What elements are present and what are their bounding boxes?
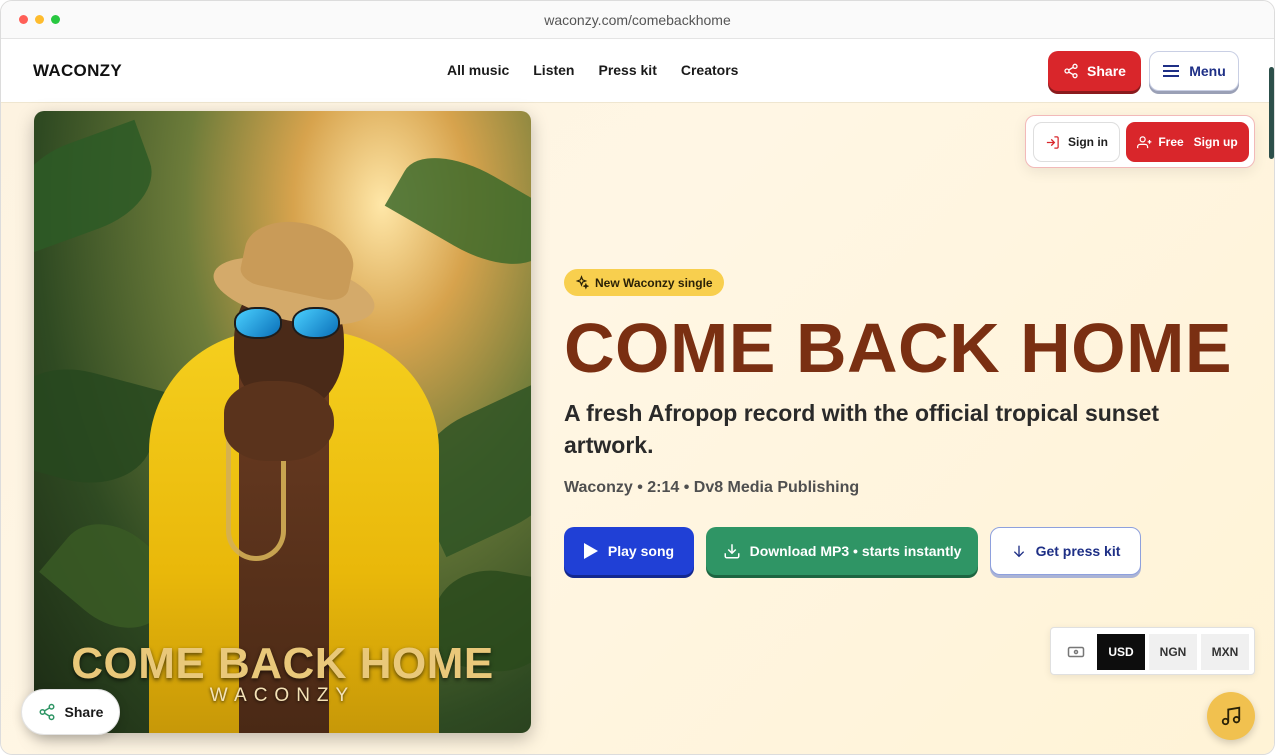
- floating-share-button[interactable]: Share: [21, 689, 120, 735]
- share-icon: [1064, 63, 1078, 79]
- sign-in-button[interactable]: Sign in: [1033, 122, 1120, 162]
- sparkles-icon: [575, 275, 589, 290]
- page-scrollbar[interactable]: [1269, 67, 1274, 159]
- nav-creators[interactable]: Creators: [681, 62, 739, 78]
- sunglasses: [234, 307, 344, 339]
- floating-share-label: Share: [64, 704, 104, 720]
- login-icon: [1046, 135, 1059, 149]
- song-meta: Waconzy • 2:14 • Dv8 Media Publishing: [564, 479, 860, 496]
- play-song-button[interactable]: Play song: [564, 527, 694, 575]
- new-single-badge: New Waconzy single: [564, 269, 724, 296]
- currency-usd[interactable]: USD: [1097, 634, 1145, 670]
- nav-all-music[interactable]: All music: [447, 62, 509, 78]
- download-icon: [724, 544, 740, 559]
- money-icon: [1067, 646, 1085, 658]
- currency-ngn[interactable]: NGN: [1149, 634, 1197, 670]
- arrow-down-icon: [1013, 545, 1024, 558]
- music-note-icon: [1221, 706, 1241, 726]
- main-nav: All music Listen Press kit Creators: [447, 62, 738, 78]
- header-share-label: Share: [1087, 63, 1126, 79]
- menu-label: Menu: [1189, 63, 1226, 79]
- auth-panel: Sign in Free Sign up: [1025, 115, 1255, 168]
- artwork-title: COME BACK HOME: [71, 639, 494, 688]
- song-title: COME BACK HOME: [564, 309, 1233, 387]
- leaf-decoration: [34, 119, 166, 253]
- hamburger-icon: [1163, 65, 1180, 77]
- play-song-label: Play song: [607, 543, 675, 559]
- sign-up-button[interactable]: Free Sign up: [1126, 122, 1249, 162]
- album-artwork: COME BACK HOME WACONZY: [34, 111, 531, 733]
- sign-up-free-label: Free: [1158, 135, 1184, 149]
- browser-window: waconzy.com/comebackhome WACONZY All mus…: [0, 0, 1275, 755]
- get-press-kit-label: Get press kit: [1035, 543, 1121, 559]
- download-mp3-button[interactable]: Download MP3 • starts instantly: [706, 527, 978, 575]
- song-subtitle: A fresh Afropop record with the official…: [564, 400, 1160, 458]
- artist-hand: [224, 381, 334, 461]
- sign-up-label: Sign up: [1193, 135, 1238, 149]
- nav-press-kit[interactable]: Press kit: [598, 62, 656, 78]
- music-player-button[interactable]: [1207, 692, 1255, 740]
- browser-chrome: waconzy.com/comebackhome: [1, 1, 1274, 39]
- badge-label: New Waconzy single: [595, 275, 713, 290]
- download-mp3-label: Download MP3 • starts instantly: [749, 543, 962, 559]
- currency-switcher: USD NGN MXN: [1050, 627, 1255, 675]
- address-bar[interactable]: waconzy.com/comebackhome: [1, 12, 1274, 28]
- header-share-button[interactable]: Share: [1048, 51, 1141, 91]
- share-icon: [39, 703, 55, 721]
- get-press-kit-button[interactable]: Get press kit: [990, 527, 1141, 575]
- leaf-decoration: [384, 136, 531, 286]
- leaf-decoration: [34, 353, 166, 499]
- sign-in-label: Sign in: [1068, 135, 1108, 149]
- menu-button[interactable]: Menu: [1149, 51, 1239, 91]
- currency-mxn[interactable]: MXN: [1201, 634, 1249, 670]
- site-header: WACONZY All music Listen Press kit Creat…: [1, 39, 1274, 103]
- nav-listen[interactable]: Listen: [533, 62, 574, 78]
- user-plus-icon: [1137, 135, 1152, 148]
- site-logo[interactable]: WACONZY: [33, 61, 122, 81]
- play-icon: [583, 543, 598, 559]
